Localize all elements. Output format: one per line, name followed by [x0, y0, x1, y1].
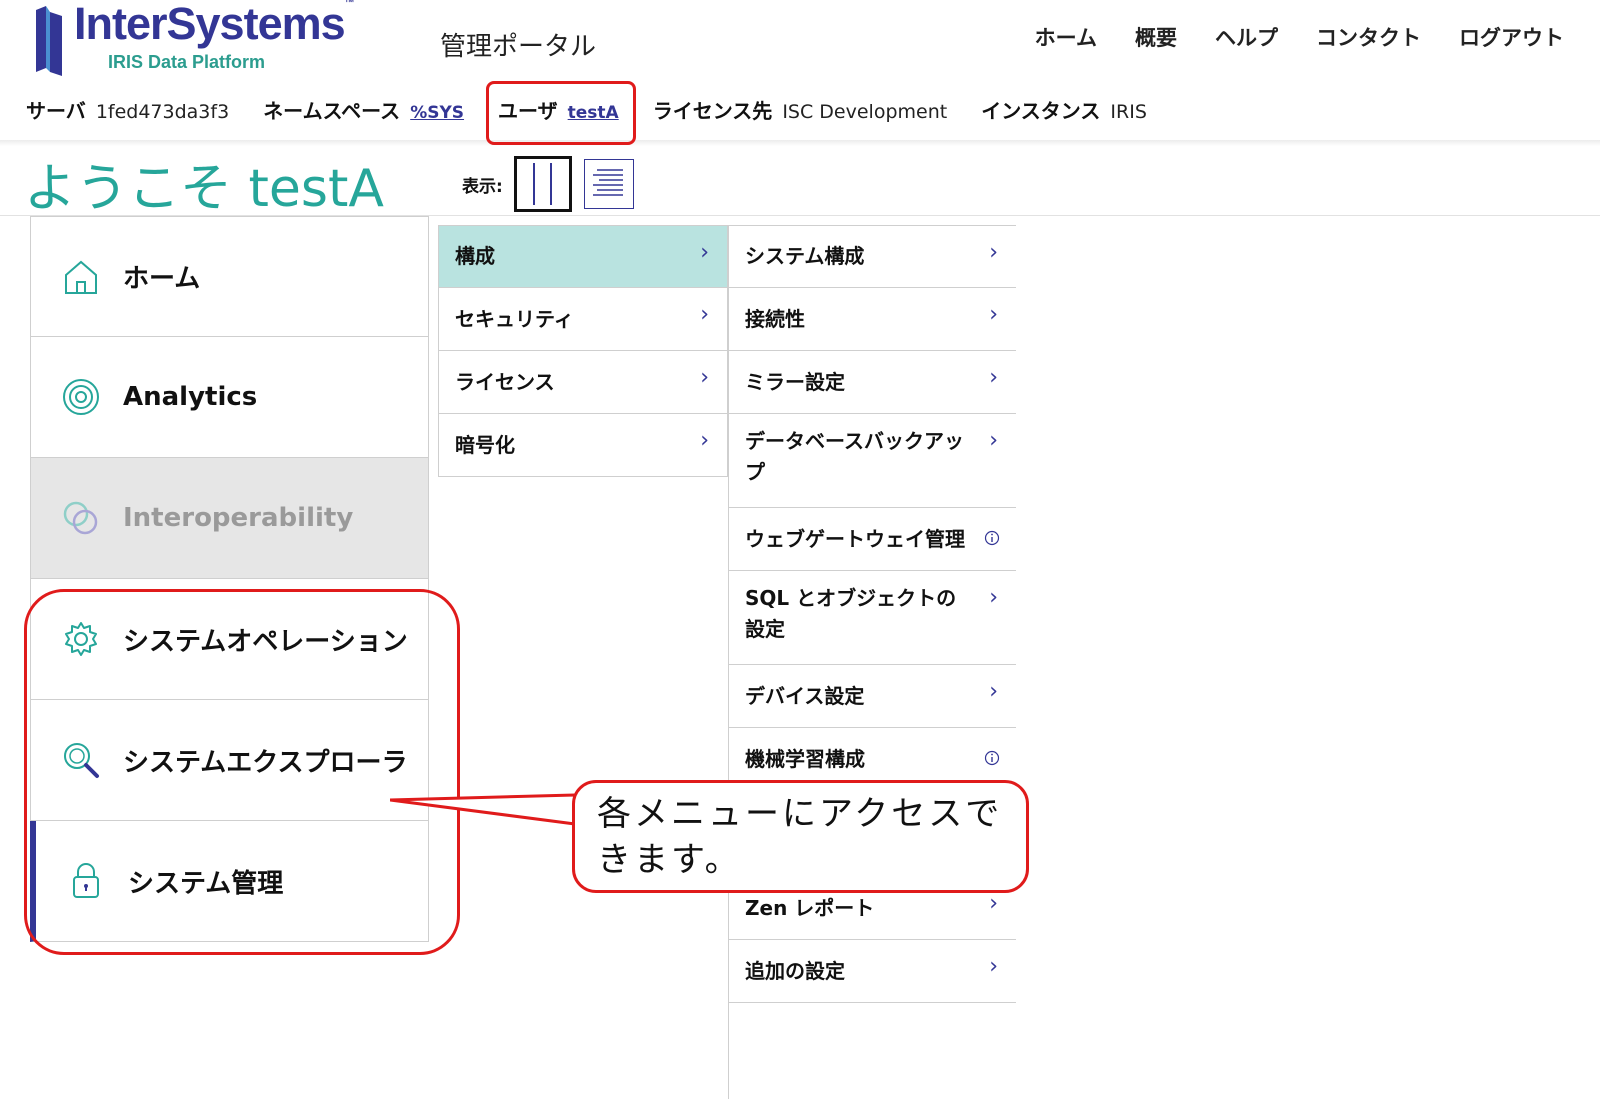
license-info: ライセンス先 ISC Development: [653, 95, 948, 124]
list-icon: [593, 169, 623, 196]
menu-item-mirror-settings[interactable]: ミラー設定 ›: [729, 351, 1016, 414]
chevron-right-icon: ›: [989, 891, 998, 916]
chevron-right-icon: ›: [989, 428, 998, 453]
menu-item-system-config[interactable]: システム構成 ›: [729, 225, 1016, 288]
nav-home-link[interactable]: ホーム: [1035, 22, 1097, 52]
chevron-right-icon: ›: [989, 365, 998, 390]
chevron-right-icon: ›: [700, 240, 709, 265]
chevron-right-icon: ›: [700, 428, 709, 453]
logo-sub: IRIS Data Platform: [108, 52, 266, 72]
chevron-right-icon: ›: [989, 585, 998, 610]
nav-item-label: ホーム: [123, 264, 201, 294]
list-view-button[interactable]: [584, 159, 634, 209]
chevron-right-icon: ›: [700, 365, 709, 390]
namespace-info: ネームスペース %SYS: [263, 95, 464, 124]
instance-info: インスタンス IRIS: [981, 95, 1147, 124]
chevron-right-icon: ›: [700, 302, 709, 327]
nav-item-home[interactable]: ホーム: [30, 216, 429, 337]
chevron-right-icon: ›: [989, 302, 998, 327]
chevron-right-icon: ›: [989, 240, 998, 265]
welcome-title: ようこそ testA: [24, 159, 384, 219]
namespace-label: ネームスペース: [263, 98, 401, 123]
server-value: 1fed473da3f3: [95, 100, 230, 123]
nav-item-interoperability: Interoperability: [30, 458, 429, 579]
annotation-nav-highlight: [24, 589, 460, 955]
callout-tail: [390, 793, 577, 826]
menu-item-security[interactable]: セキュリティ ›: [438, 288, 727, 351]
nav-about-link[interactable]: 概要: [1135, 22, 1177, 52]
menu-item-device-settings[interactable]: デバイス設定 ›: [729, 665, 1016, 728]
menu-item-additional-settings[interactable]: 追加の設定 ›: [729, 940, 1016, 1003]
column-view-button[interactable]: [514, 156, 572, 212]
chevron-right-icon: ›: [989, 679, 998, 704]
menu-item-encryption[interactable]: 暗号化 ›: [438, 414, 727, 477]
home-icon: [65, 260, 97, 294]
menu-item-connectivity[interactable]: 接続性 ›: [729, 288, 1016, 351]
namespace-link[interactable]: %SYS: [410, 103, 464, 123]
analytics-icon: [63, 379, 99, 415]
submenu-column-1: 構成 › セキュリティ › ライセンス › 暗号化 ›: [438, 225, 728, 477]
server-label: サーバ: [26, 98, 86, 123]
nav-item-label: Interoperability: [123, 503, 354, 533]
nav-item-label: Analytics: [123, 382, 258, 412]
nav-contact-link[interactable]: コンタクト: [1316, 22, 1421, 52]
interoperability-icon: [63, 501, 98, 535]
callout-text: 各メニューにアクセスできます。: [597, 794, 1003, 880]
server-info: サーバ 1fed473da3f3: [26, 95, 229, 124]
logo-mark-icon: [36, 6, 62, 76]
info-icon: [984, 530, 1000, 546]
menu-item-license[interactable]: ライセンス ›: [438, 351, 727, 414]
columns-icon: [533, 163, 552, 205]
portal-title: 管理ポータル: [440, 32, 597, 62]
menu-item-web-gateway[interactable]: ウェブゲートウェイ管理: [729, 508, 1016, 571]
instance-value: IRIS: [1110, 100, 1147, 123]
instance-label: インスタンス: [981, 98, 1101, 123]
nav-item-analytics[interactable]: Analytics: [30, 337, 429, 458]
menu-item-configuration[interactable]: 構成 ›: [438, 225, 727, 288]
submenu-column-2: システム構成 › 接続性 › ミラー設定 › データベースバックアップ › ウェ…: [728, 225, 1016, 1099]
annotation-user-highlight: [486, 81, 636, 145]
menu-item-sql-object[interactable]: SQL とオブジェクトの設定 ›: [729, 571, 1016, 665]
license-value: ISC Development: [782, 100, 948, 123]
view-label: 表示:: [462, 177, 503, 197]
header: InterSystems™ IRIS Data Platform 管理ポータル …: [0, 0, 1600, 140]
top-nav: ホーム 概要 ヘルプ コンタクト ログアウト: [1035, 22, 1564, 52]
nav-logout-link[interactable]: ログアウト: [1459, 22, 1564, 52]
chevron-right-icon: ›: [989, 954, 998, 979]
annotation-callout: 各メニューにアクセスできます。: [572, 780, 1029, 893]
menu-item-db-backup[interactable]: データベースバックアップ ›: [729, 414, 1016, 508]
logo-name: InterSystems: [74, 0, 346, 49]
intersystems-logo[interactable]: InterSystems™ IRIS Data Platform: [34, 0, 355, 76]
info-icon: [984, 750, 1000, 766]
license-label: ライセンス先: [652, 98, 773, 123]
nav-help-link[interactable]: ヘルプ: [1215, 22, 1278, 52]
